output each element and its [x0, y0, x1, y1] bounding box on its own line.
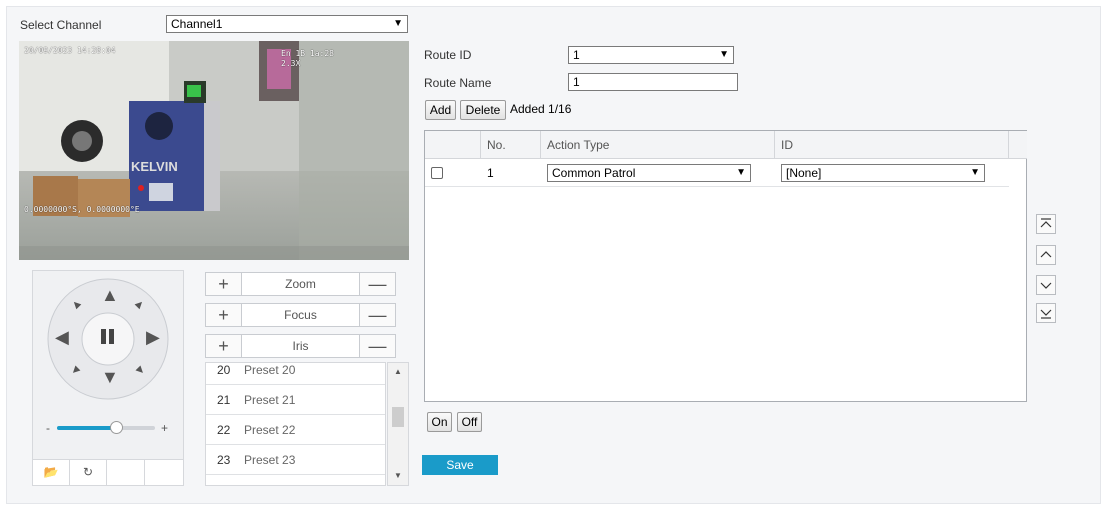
add-button[interactable]: Add: [425, 100, 456, 120]
move-down-button[interactable]: [1036, 275, 1056, 295]
ptz-right-icon[interactable]: ▶: [146, 327, 160, 348]
ptz-toolbar-slot: [107, 460, 145, 486]
speed-minus-label: -: [46, 421, 50, 435]
table-header-action-type: Action Type: [541, 131, 775, 159]
list-item[interactable]: 22 Preset 22: [206, 415, 385, 445]
iris-open-button[interactable]: +: [205, 334, 242, 358]
chevron-down-icon: ▼: [719, 49, 729, 60]
preset-name: Preset 20: [244, 363, 296, 377]
move-top-icon: [1040, 218, 1052, 228]
scroll-down-icon[interactable]: ▼: [394, 471, 402, 480]
focus-far-button[interactable]: —: [359, 303, 396, 327]
video-preview[interactable]: 20/09/2023 14:28:04 En 1B 1a:28 2.3X 0.0…: [19, 41, 409, 260]
preset-number: 20: [217, 363, 231, 377]
move-down-icon: [1040, 282, 1052, 289]
preset-number: 22: [217, 423, 231, 437]
zoom-label: Zoom: [242, 272, 359, 296]
list-item[interactable]: 23 Preset 23: [206, 445, 385, 475]
video-brand-text: KELVIN: [131, 159, 178, 174]
action-type-select[interactable]: Common Patrol ▼: [547, 164, 751, 182]
id-select[interactable]: [None] ▼: [781, 164, 985, 182]
scroll-up-icon[interactable]: ▲: [394, 367, 402, 376]
zoom-control: + Zoom —: [205, 272, 396, 296]
preset-number: 23: [217, 453, 231, 467]
save-button[interactable]: Save: [422, 455, 498, 475]
folder-icon[interactable]: 📂: [33, 460, 70, 486]
iris-label: Iris: [242, 334, 359, 358]
speed-slider-thumb[interactable]: [109, 421, 123, 434]
added-count: Added 1/16: [510, 102, 572, 116]
table-header-check: [425, 131, 481, 159]
route-id-label: Route ID: [424, 48, 472, 62]
ptz-down-icon[interactable]: ▼: [101, 367, 119, 388]
video-overlay-text: En 1B 1a:28: [281, 49, 334, 58]
action-table: No. Action Type ID 1 Common Patrol ▼ [Non…: [424, 130, 1027, 402]
zoom-in-button[interactable]: +: [205, 272, 242, 296]
move-up-button[interactable]: [1036, 245, 1056, 265]
ptz-panel: ▲ ▼ ◀ ▶ ▲ ▲ ▼ ▼ - + 📂 ↻: [32, 270, 184, 486]
preset-name: Preset 23: [244, 453, 296, 467]
focus-control: + Focus —: [205, 303, 396, 327]
ptz-left-icon[interactable]: ◀: [55, 327, 69, 348]
route-name-input[interactable]: 1: [568, 73, 738, 91]
ptz-up-icon[interactable]: ▲: [101, 285, 119, 306]
table-header-filler: [1009, 131, 1027, 159]
video-coords: 0.0000000°S, 0.0000000°E: [24, 205, 140, 214]
row-number: 1: [487, 166, 494, 180]
chevron-down-icon: ▼: [393, 18, 403, 29]
move-bottom-button[interactable]: [1036, 303, 1056, 323]
table-header-id: ID: [775, 131, 1009, 159]
video-zoom-overlay: 2.3X: [281, 59, 301, 68]
table-row: 1 Common Patrol ▼ [None] ▼: [425, 159, 1009, 187]
iris-control: + Iris —: [205, 334, 396, 358]
list-item[interactable]: 20 Preset 20: [206, 363, 385, 385]
row-checkbox[interactable]: [431, 167, 443, 179]
iris-close-button[interactable]: —: [359, 334, 396, 358]
speed-plus-label: +: [161, 421, 169, 435]
move-bottom-icon: [1040, 309, 1052, 319]
table-header-no: No.: [481, 131, 541, 159]
video-frame-image: [19, 41, 409, 260]
preset-scrollbar[interactable]: ▲ ▼: [387, 362, 409, 486]
route-name-label: Route Name: [424, 76, 492, 90]
focus-label: Focus: [242, 303, 359, 327]
chevron-down-icon: ▼: [736, 167, 746, 178]
off-button[interactable]: Off: [457, 412, 482, 432]
speed-slider-fill: [57, 426, 116, 430]
move-top-button[interactable]: [1036, 214, 1056, 234]
on-button[interactable]: On: [427, 412, 452, 432]
preset-name: Preset 22: [244, 423, 296, 437]
route-id-select[interactable]: 1 ▼: [568, 46, 734, 64]
zoom-out-button[interactable]: —: [359, 272, 396, 296]
action-type-value: Common Patrol: [552, 166, 636, 180]
list-item[interactable]: 21 Preset 21: [206, 385, 385, 415]
select-channel-label: Select Channel: [20, 18, 102, 32]
focus-near-button[interactable]: +: [205, 303, 242, 327]
move-up-icon: [1040, 251, 1052, 258]
delete-button[interactable]: Delete: [460, 100, 506, 120]
video-timestamp: 20/09/2023 14:28:04: [24, 46, 116, 55]
channel-select[interactable]: Channel1 ▼: [166, 15, 408, 33]
channel-select-value: Channel1: [171, 17, 223, 31]
scroll-thumb[interactable]: [392, 407, 404, 427]
pause-icon[interactable]: [98, 327, 118, 347]
ptz-toolbar: 📂 ↻: [33, 459, 183, 486]
preset-list: 20 Preset 20 21 Preset 21 22 Preset 22 23 Pr…: [205, 362, 386, 486]
route-id-value: 1: [573, 48, 580, 62]
preset-number: 21: [217, 393, 231, 407]
3d-position-icon[interactable]: ↻: [70, 460, 107, 486]
preset-name: Preset 21: [244, 393, 296, 407]
id-value: [None]: [786, 166, 822, 180]
chevron-down-icon: ▼: [970, 167, 980, 178]
speed-slider[interactable]: [57, 421, 155, 434]
